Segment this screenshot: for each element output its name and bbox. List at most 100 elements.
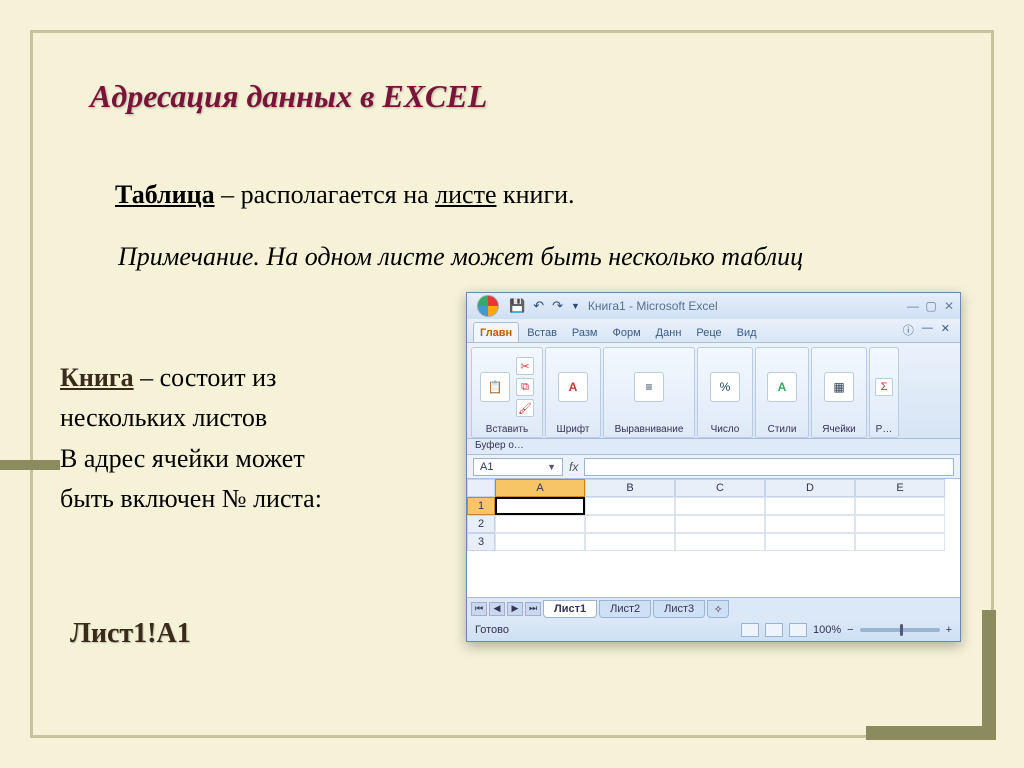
decor-accent-line	[0, 460, 60, 470]
window-title: Книга1 - Microsoft Excel	[588, 299, 906, 313]
maximize-button[interactable]: ▢	[924, 299, 938, 313]
undo-icon[interactable]: ↶	[533, 298, 544, 314]
cell-E1[interactable]	[855, 497, 945, 515]
slide-title: Адресация данных в EXCEL	[90, 78, 487, 115]
note-text: Примечание. На одном листе может быть не…	[118, 240, 888, 274]
decor-corner-h	[866, 726, 996, 740]
cell-E3[interactable]	[855, 533, 945, 551]
view-page-icon[interactable]	[765, 623, 783, 637]
tab-view[interactable]: Вид	[730, 322, 764, 342]
formula-bar[interactable]	[584, 458, 954, 476]
term-list: листе	[435, 180, 496, 209]
cells-icon[interactable]: ▦	[824, 372, 854, 402]
sheet-nav-last[interactable]: ⏭	[525, 602, 541, 616]
group-number-label: Число	[711, 424, 740, 435]
sheet-nav-prev[interactable]: ◀	[489, 602, 505, 616]
cell-A3[interactable]	[495, 533, 585, 551]
row-header-1[interactable]: 1	[467, 497, 495, 515]
qat-dropdown-icon[interactable]: ▼	[571, 301, 580, 311]
ribbon-close-icon[interactable]: ✕	[941, 322, 950, 338]
new-sheet-button[interactable]: ✧	[707, 600, 729, 618]
status-text: Готово	[475, 624, 509, 636]
cell-E2[interactable]	[855, 515, 945, 533]
cell-D1[interactable]	[765, 497, 855, 515]
cell-A2[interactable]	[495, 515, 585, 533]
cell-C2[interactable]	[675, 515, 765, 533]
office-logo-icon	[477, 295, 499, 317]
cut-icon[interactable]: ✂	[516, 357, 534, 375]
cell-D2[interactable]	[765, 515, 855, 533]
definition-line: Таблица – располагается на листе книги.	[115, 180, 575, 210]
cell-C3[interactable]	[675, 533, 765, 551]
align-icon[interactable]: ≡	[634, 372, 664, 402]
copy-icon[interactable]: ⧉	[516, 378, 534, 396]
format-painter-icon[interactable]: 🖌	[516, 399, 534, 417]
tab-data[interactable]: Данн	[649, 322, 689, 342]
spreadsheet-grid[interactable]: A B C D E 1 2	[467, 479, 960, 597]
tab-layout[interactable]: Разм	[565, 322, 605, 342]
excel-window: 💾 ↶ ↷ ▼ Книга1 - Microsoft Excel — ▢ ✕ Г…	[466, 292, 961, 642]
term-tablica: Таблица	[115, 180, 215, 209]
sheet-tab-1[interactable]: Лист1	[543, 600, 597, 618]
group-clipboard-label: Буфер о…	[467, 439, 960, 455]
group-paste-label: Вставить	[486, 424, 528, 435]
cell-B2[interactable]	[585, 515, 675, 533]
tab-review[interactable]: Реце	[689, 322, 728, 342]
ribbon-minimize-icon[interactable]: —	[922, 322, 933, 338]
cell-B1[interactable]	[585, 497, 675, 515]
col-header-D[interactable]: D	[765, 479, 855, 497]
office-button[interactable]	[471, 293, 505, 319]
tab-insert[interactable]: Встав	[520, 322, 564, 342]
view-normal-icon[interactable]	[741, 623, 759, 637]
ribbon: 📋 ✂ ⧉ 🖌 Вставить A Шрифт ≡ Выравнивание …	[467, 343, 960, 439]
name-box[interactable]: A1▼	[473, 458, 563, 476]
quick-access-toolbar: 💾 ↶ ↷ ▼	[509, 298, 580, 314]
body-paragraph: Книга – состоит из нескольких листов В а…	[60, 358, 440, 519]
col-header-A[interactable]: A	[495, 479, 585, 497]
cell-D3[interactable]	[765, 533, 855, 551]
col-header-B[interactable]: B	[585, 479, 675, 497]
zoom-slider[interactable]	[860, 628, 940, 632]
group-font-label: Шрифт	[557, 424, 590, 435]
select-all-corner[interactable]	[467, 479, 495, 497]
styles-icon[interactable]: A	[767, 372, 797, 402]
help-icon[interactable]: ⓘ	[903, 322, 914, 338]
fx-icon[interactable]: fx	[569, 460, 578, 474]
group-editing-label: Р…	[876, 424, 893, 435]
sheet-tab-2[interactable]: Лист2	[599, 600, 651, 618]
editing-icon[interactable]: Σ	[875, 378, 893, 396]
cell-C1[interactable]	[675, 497, 765, 515]
minimize-button[interactable]: —	[906, 299, 920, 313]
zoom-level[interactable]: 100%	[813, 624, 841, 636]
zoom-in-icon[interactable]: +	[946, 624, 952, 636]
view-break-icon[interactable]	[789, 623, 807, 637]
formula-bar-row: A1▼ fx	[467, 455, 960, 479]
cell-B3[interactable]	[585, 533, 675, 551]
tab-formulas[interactable]: Форм	[606, 322, 648, 342]
sheet-nav-next[interactable]: ▶	[507, 602, 523, 616]
sheet-tab-3[interactable]: Лист3	[653, 600, 705, 618]
row-header-3[interactable]: 3	[467, 533, 495, 551]
excel-titlebar: 💾 ↶ ↷ ▼ Книга1 - Microsoft Excel — ▢ ✕	[467, 293, 960, 319]
decor-corner-v	[982, 610, 996, 740]
col-header-C[interactable]: C	[675, 479, 765, 497]
group-cells-label: Ячейки	[822, 424, 856, 435]
redo-icon[interactable]: ↷	[552, 298, 563, 314]
sheet-tab-bar: ⏮ ◀ ▶ ⏭ Лист1 Лист2 Лист3 ✧	[467, 597, 960, 619]
cell-A1[interactable]	[495, 497, 585, 515]
sheet-nav-first[interactable]: ⏮	[471, 602, 487, 616]
zoom-out-icon[interactable]: −	[847, 624, 853, 636]
term-kniga: Книга	[60, 363, 134, 392]
col-header-E[interactable]: E	[855, 479, 945, 497]
save-icon[interactable]: 💾	[509, 298, 525, 314]
tab-home[interactable]: Главн	[473, 322, 519, 342]
font-icon[interactable]: A	[558, 372, 588, 402]
row-header-2[interactable]: 2	[467, 515, 495, 533]
close-button[interactable]: ✕	[942, 299, 956, 313]
ribbon-tabs: Главн Встав Разм Форм Данн Реце Вид ⓘ — …	[467, 319, 960, 343]
address-example: Лист1!А1	[70, 618, 191, 650]
group-styles-label: Стили	[768, 424, 797, 435]
number-icon[interactable]: %	[710, 372, 740, 402]
group-align-label: Выравнивание	[615, 424, 684, 435]
paste-icon[interactable]: 📋	[480, 372, 510, 402]
